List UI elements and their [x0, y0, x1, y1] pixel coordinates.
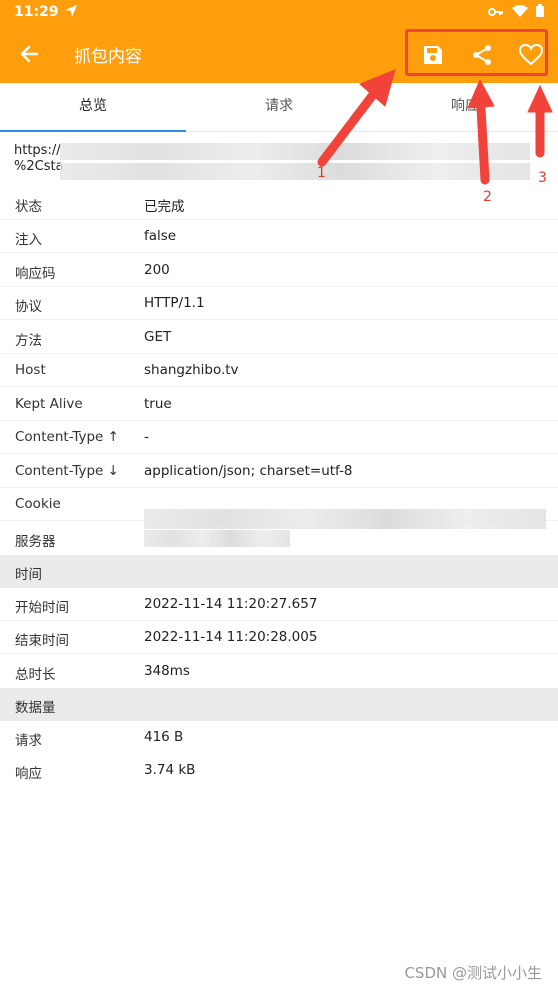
toolbar-actions-highlight [405, 29, 548, 76]
battery-icon [536, 4, 544, 21]
section-header-data-size: 数据量 [0, 688, 558, 721]
detail-row-response-code: 响应码 200 [0, 254, 558, 287]
annotation-number-3: 3 [538, 170, 547, 186]
wifi-icon [512, 4, 528, 21]
request-url: https:// %2Csta [14, 143, 64, 175]
detail-row-method: 方法 GET [0, 321, 558, 354]
redacted-url-blur [60, 163, 530, 180]
status-bar: 11:29 [0, 0, 558, 25]
redacted-cookie-blur [144, 509, 546, 529]
tab-overview[interactable]: 总览 [0, 83, 186, 132]
tab-request[interactable]: 请求 [186, 83, 372, 131]
detail-row-protocol: 协议 HTTP/1.1 [0, 287, 558, 320]
detail-row-end-time: 结束时间 2022-11-14 11:20:28.005 [0, 621, 558, 654]
tab-response[interactable]: 响应 [372, 83, 558, 131]
detail-row-status: 状态 已完成 [0, 187, 558, 220]
annotation-number-2: 2 [483, 189, 492, 205]
detail-row-injected: 注入 false [0, 220, 558, 253]
location-arrow-icon [64, 4, 78, 22]
detail-row-start-time: 开始时间 2022-11-14 11:20:27.657 [0, 588, 558, 621]
section-header-time: 时间 [0, 555, 558, 588]
annotation-number-1: 1 [317, 165, 326, 181]
detail-row-response-size: 响应 3.74 kB [15, 762, 196, 782]
key-icon [488, 5, 504, 21]
watermark: CSDN @测试小小生 [404, 964, 542, 982]
url-line-1: https:// [14, 143, 61, 158]
back-arrow-icon[interactable] [14, 38, 46, 70]
detail-row-request-size: 请求 416 B [15, 729, 184, 749]
detail-row-host: Host shangzhibo.tv [0, 354, 558, 387]
detail-row-content-type-down: Content-Type ↓ application/json; charset=… [0, 455, 558, 488]
redacted-url-blur [60, 143, 530, 160]
detail-row-kept-alive: Kept Alive true [0, 388, 558, 421]
tab-bar: 总览 请求 响应 [0, 83, 558, 132]
status-time: 11:29 [14, 4, 59, 20]
detail-row-duration: 总时长 348ms [15, 663, 190, 683]
page-title: 抓包内容 [74, 47, 142, 67]
url-line-2: %2Csta [14, 159, 64, 174]
redacted-server-blur [144, 530, 290, 547]
detail-row-content-type-up: Content-Type ↑ - [0, 421, 558, 454]
